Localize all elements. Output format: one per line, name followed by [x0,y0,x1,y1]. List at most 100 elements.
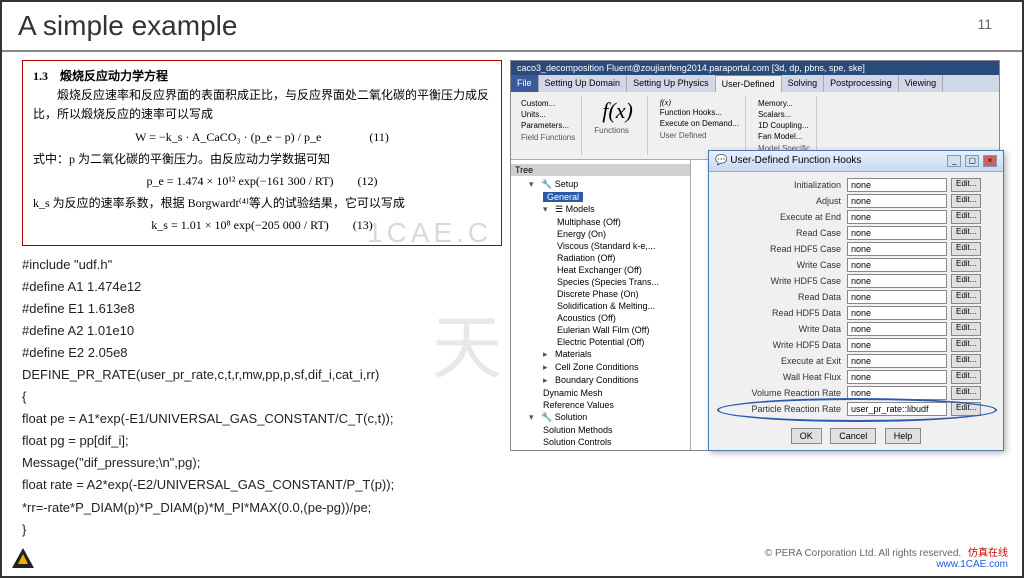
hook-value[interactable]: none [847,258,947,272]
section-heading: 1.3 煅烧反应动力学方程 [33,69,168,83]
hook-label: Read HDF5 Case [717,244,847,254]
edit-button[interactable]: Edit... [951,370,981,384]
hook-value[interactable]: none [847,306,947,320]
tab-solving[interactable]: Solving [782,75,825,92]
ribbon-1d-coupling[interactable]: 1D Coupling... [758,120,810,131]
edit-button[interactable]: Edit... [951,386,981,400]
tree-model-item[interactable]: Heat Exchanger (Off) [557,264,686,276]
edit-button[interactable]: Edit... [951,242,981,256]
hook-row: Volume Reaction Ratenone Edit... [717,386,995,400]
maximize-icon[interactable]: ▢ [965,155,979,167]
dialog-body: InitializationnoneEdit...AdjustnoneEdit.… [709,172,1003,422]
hook-value[interactable]: none [847,290,947,304]
ribbon-scalars[interactable]: Scalars... [758,109,810,120]
tab-user-defined[interactable]: User-Defined [716,75,782,92]
equation-13: k_s = 1.01 × 10⁸ exp(−205 000 / RT) (13) [33,216,491,235]
tree-boundary[interactable]: ▸Boundary Conditions [543,374,686,387]
hook-label: Volume Reaction Rate [717,388,847,398]
hook-value[interactable]: none [847,226,947,240]
tree-materials[interactable]: ▸Materials [543,348,686,361]
ribbon-group-user-defined: f(x) Function Hooks... Execute on Demand… [654,96,746,155]
edit-button[interactable]: Edit... [951,338,981,352]
tab-viewing[interactable]: Viewing [899,75,943,92]
tree-dynamic-mesh[interactable]: Dynamic Mesh [543,387,686,399]
equation-12: p_e = 1.474 × 10¹² exp(−161 300 / RT) (1… [33,172,491,191]
code-line: #define A2 1.01e10 [22,320,502,342]
tab-domain[interactable]: Setting Up Domain [539,75,628,92]
hook-value[interactable]: none [847,338,947,352]
edit-button[interactable]: Edit... [951,194,981,208]
hook-value[interactable]: none [847,210,947,224]
code-block: #include "udf.h" #define A1 1.474e12 #de… [22,254,502,541]
close-icon[interactable]: × [983,155,997,167]
tab-physics[interactable]: Setting Up Physics [627,75,716,92]
hook-label: Write Case [717,260,847,270]
edit-button[interactable]: Edit... [951,210,981,224]
tree-model-item[interactable]: Species (Species Trans... [557,276,686,288]
code-line: float pe = A1*exp(-E1/UNIVERSAL_GAS_CONS… [22,408,502,430]
tree-sol-item[interactable]: Solution Controls [543,436,686,448]
tree-general[interactable]: General [543,191,686,203]
hook-value[interactable]: none [847,370,947,384]
hook-value[interactable]: none [847,322,947,336]
tree-models[interactable]: ▾☰ Models [543,203,686,216]
hook-row: Write DatanoneEdit... [717,322,995,336]
hook-value[interactable]: none [847,386,947,400]
hook-label: Wall Heat Flux [717,372,847,382]
slide-title: A simple example [2,2,1022,52]
fx-icon[interactable]: f(x) [594,98,641,124]
ribbon-custom[interactable]: Custom... [521,98,575,109]
edit-button[interactable]: Edit... [951,306,981,320]
code-line: } [22,519,502,541]
hook-value[interactable]: none [847,354,947,368]
edit-button[interactable]: Edit... [951,258,981,272]
edit-button[interactable]: Edit... [951,290,981,304]
edit-button[interactable]: Edit... [951,402,981,416]
edit-button[interactable]: Edit... [951,322,981,336]
edit-button[interactable]: Edit... [951,354,981,368]
ok-button[interactable]: OK [791,428,822,444]
eq-para-2: 式中：p 为二氧化碳的平衡压力。由反应动力学数据可知 [33,150,491,169]
equation-11: W = −k_s · A_CaCO₃ · (p_e − p) / p_e (11… [33,128,491,147]
tree-model-item[interactable]: Eulerian Wall Film (Off) [557,324,686,336]
tree-setup[interactable]: ▾🔧 Setup [529,178,686,191]
tree-solution[interactable]: ▾🔧 Solution [529,411,686,424]
edit-button[interactable]: Edit... [951,178,981,192]
edit-button[interactable]: Edit... [951,274,981,288]
tab-postprocess[interactable]: Postprocessing [824,75,899,92]
tree-model-item[interactable]: Discrete Phase (On) [557,288,686,300]
ribbon-fan-model[interactable]: Fan Model... [758,131,810,142]
hook-row: Read HDF5 Casenone Edit... [717,242,995,256]
tree-model-item[interactable]: Acoustics (Off) [557,312,686,324]
ribbon-function-hooks[interactable]: Function Hooks... [660,107,739,118]
tree-model-item[interactable]: Energy (On) [557,228,686,240]
tree-ref-values[interactable]: Reference Values [543,399,686,411]
ribbon-units[interactable]: Units... [521,109,575,120]
hook-label: Write HDF5 Case [717,276,847,286]
tree-sol-item[interactable]: Monitors [543,448,686,450]
edit-button[interactable]: Edit... [951,226,981,240]
hook-value[interactable]: none [847,242,947,256]
tree-sol-item[interactable]: Solution Methods [543,424,686,436]
code-line: { [22,386,502,408]
tree-model-item[interactable]: Radiation (Off) [557,252,686,264]
ribbon-memory[interactable]: Memory... [758,98,810,109]
hook-value[interactable]: none [847,178,947,192]
hook-value[interactable]: none [847,194,947,208]
minimize-icon[interactable]: _ [947,155,961,167]
cancel-button[interactable]: Cancel [830,428,876,444]
hook-value[interactable]: user_pr_rate::libudf [847,402,947,416]
tree-model-item[interactable]: Viscous (Standard k-e,... [557,240,686,252]
ribbon-group-field-functions: Custom... Units... Parameters... Field F… [515,96,582,155]
tree-cell-zone[interactable]: ▸Cell Zone Conditions [543,361,686,374]
tree-model-item[interactable]: Multiphase (Off) [557,216,686,228]
tree-model-item[interactable]: Solidification & Melting... [557,300,686,312]
tree-model-item[interactable]: Electric Potential (Off) [557,336,686,348]
hook-value[interactable]: none [847,274,947,288]
ribbon-parameters[interactable]: Parameters... [521,120,575,131]
ribbon-execute-demand[interactable]: Execute on Demand... [660,118,739,129]
footer-url[interactable]: www.1CAE.com [936,559,1008,570]
tab-file[interactable]: File [511,75,539,92]
dialog-titlebar[interactable]: 💬 User-Defined Function Hooks _ ▢ × [709,151,1003,172]
help-button[interactable]: Help [885,428,922,444]
